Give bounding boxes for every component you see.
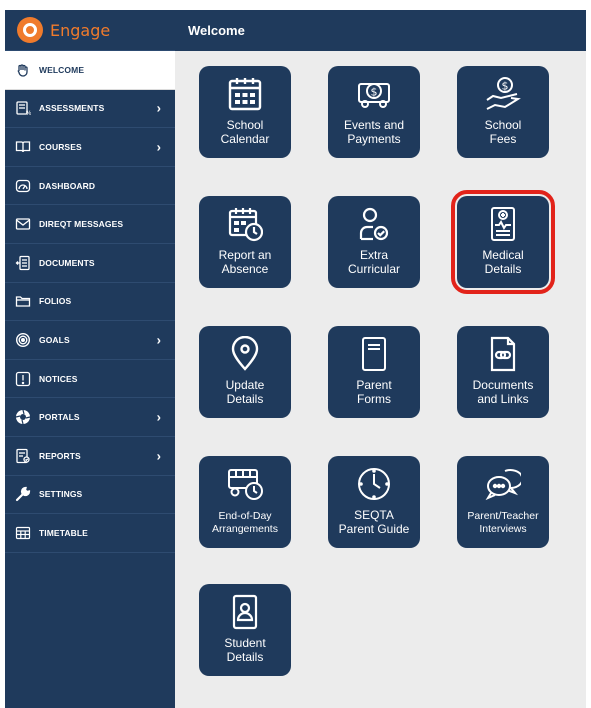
book-open-icon [15, 139, 31, 155]
sidebar-item-assessments[interactable]: % ASSESSMENTS › [5, 90, 175, 129]
hand-wave-icon [15, 62, 31, 78]
sidebar-item-label: DIREQT MESSAGES [39, 219, 124, 230]
tile-report-an-absence[interactable]: Report an Absence [199, 196, 291, 288]
sidebar-item-settings[interactable]: SETTINGS [5, 476, 175, 515]
documents-icon [15, 255, 31, 271]
tile-parent-forms[interactable]: Parent Forms [328, 326, 420, 418]
sidebar-item-notices[interactable]: NOTICES [5, 360, 175, 399]
svg-text:$: $ [371, 86, 378, 99]
medical-document-icon [457, 206, 549, 242]
tile-student-details[interactable]: Student Details [199, 584, 291, 676]
sidebar-item-label: WELCOME [39, 64, 85, 75]
tile-label: Student Details [224, 636, 266, 664]
chevron-right-icon: › [156, 139, 161, 155]
sidebar-item-label: SETTINGS [39, 489, 83, 500]
sidebar-item-label: DASHBOARD [39, 180, 96, 191]
tile-update-details[interactable]: Update Details [199, 326, 291, 418]
sidebar-item-label: COURSES [39, 141, 82, 152]
target-icon [15, 332, 31, 348]
calendar-icon [199, 76, 291, 112]
chat-bubbles-icon [457, 466, 549, 502]
header: Welcome [175, 10, 586, 51]
sidebar-item-goals[interactable]: GOALS › [5, 321, 175, 360]
dashboard-icon [15, 178, 31, 194]
envelope-icon [15, 216, 31, 232]
sidebar-item-label: FOLIOS [39, 296, 72, 307]
main-content: Welcome School Calendar $ Events and Pay… [175, 10, 586, 708]
assessments-icon: % [15, 100, 31, 116]
tile-end-of-day-arrangements[interactable]: End-of-Day Arrangements [199, 456, 291, 548]
calendar-clock-icon [199, 206, 291, 242]
tile-label: School Calendar [220, 118, 270, 146]
sidebar-item-dashboard[interactable]: DASHBOARD [5, 167, 175, 206]
tile-label: SEQTA Parent Guide [338, 508, 410, 536]
sidebar-item-label: ASSESSMENTS [39, 103, 105, 114]
engage-logo-icon [17, 17, 43, 43]
location-pin-icon [199, 336, 291, 372]
sidebar-item-label: GOALS [39, 334, 70, 345]
sidebar-item-label: NOTICES [39, 373, 78, 384]
person-check-icon [328, 206, 420, 242]
sidebar-item-timetable[interactable]: TIMETABLE [5, 514, 175, 553]
sidebar-item-folios[interactable]: FOLIOS [5, 283, 175, 322]
tile-label: Parent Forms [356, 378, 392, 406]
sidebar-item-portals[interactable]: PORTALS › [5, 398, 175, 437]
brand-logo[interactable]: Engage [5, 10, 175, 51]
sidebar: Engage WELCOME % ASSESSMENTS › COURSES › [5, 10, 175, 708]
folder-icon [15, 293, 31, 309]
tile-label: Report an Absence [218, 248, 272, 276]
chevron-right-icon: › [156, 332, 161, 348]
tile-label: Events and Payments [343, 118, 405, 146]
form-icon [328, 336, 420, 372]
sidebar-item-reports[interactable]: REPORTS › [5, 437, 175, 476]
sidebar-item-label: REPORTS [39, 450, 81, 461]
sidebar-item-documents[interactable]: DOCUMENTS [5, 244, 175, 283]
sidebar-item-welcome[interactable]: WELCOME [5, 51, 175, 90]
chevron-right-icon: › [156, 448, 161, 464]
hand-money-icon: $ [457, 76, 549, 112]
tile-parent-teacher-interviews[interactable]: Parent/Teacher Interviews [457, 456, 549, 548]
tile-label: Update Details [225, 378, 265, 406]
notice-icon [15, 371, 31, 387]
portal-icon [15, 409, 31, 425]
brand-name: Engage [50, 20, 111, 40]
tile-documents-and-links[interactable]: Documents and Links [457, 326, 549, 418]
sidebar-item-label: PORTALS [39, 412, 80, 423]
tile-seqta-parent-guide[interactable]: SEQTA Parent Guide [328, 456, 420, 548]
chevron-right-icon: › [156, 409, 161, 425]
tile-label: School Fees [484, 118, 522, 146]
tile-label: Medical Details [482, 248, 524, 276]
chevron-right-icon: › [156, 100, 161, 116]
clock-icon [328, 466, 420, 502]
sidebar-item-direqt-messages[interactable]: DIREQT MESSAGES [5, 205, 175, 244]
sidebar-item-label: DOCUMENTS [39, 257, 95, 268]
bus-clock-icon [199, 466, 291, 502]
id-card-icon [199, 594, 291, 630]
sidebar-item-label: TIMETABLE [39, 527, 88, 538]
reports-icon [15, 448, 31, 464]
app-window: Engage WELCOME % ASSESSMENTS › COURSES › [5, 10, 586, 708]
tile-label: End-of-Day Arrangements [212, 510, 278, 535]
document-link-icon [457, 336, 549, 372]
sidebar-item-courses[interactable]: COURSES › [5, 128, 175, 167]
tile-label: Extra Curricular [347, 248, 400, 276]
timetable-icon [15, 525, 31, 541]
tile-events-and-payments[interactable]: $ Events and Payments [328, 66, 420, 158]
tile-label: Parent/Teacher Interviews [467, 510, 539, 535]
svg-text:$: $ [502, 80, 509, 93]
page-title: Welcome [188, 23, 245, 38]
tile-school-calendar[interactable]: School Calendar [199, 66, 291, 158]
tile-medical-details[interactable]: Medical Details [451, 190, 555, 294]
tile-school-fees[interactable]: $ School Fees [457, 66, 549, 158]
wrench-icon [15, 486, 31, 502]
tile-label: Documents and Links [472, 378, 534, 406]
bus-money-icon: $ [328, 76, 420, 112]
tile-extra-curricular[interactable]: Extra Curricular [328, 196, 420, 288]
svg-text:%: % [26, 111, 31, 116]
